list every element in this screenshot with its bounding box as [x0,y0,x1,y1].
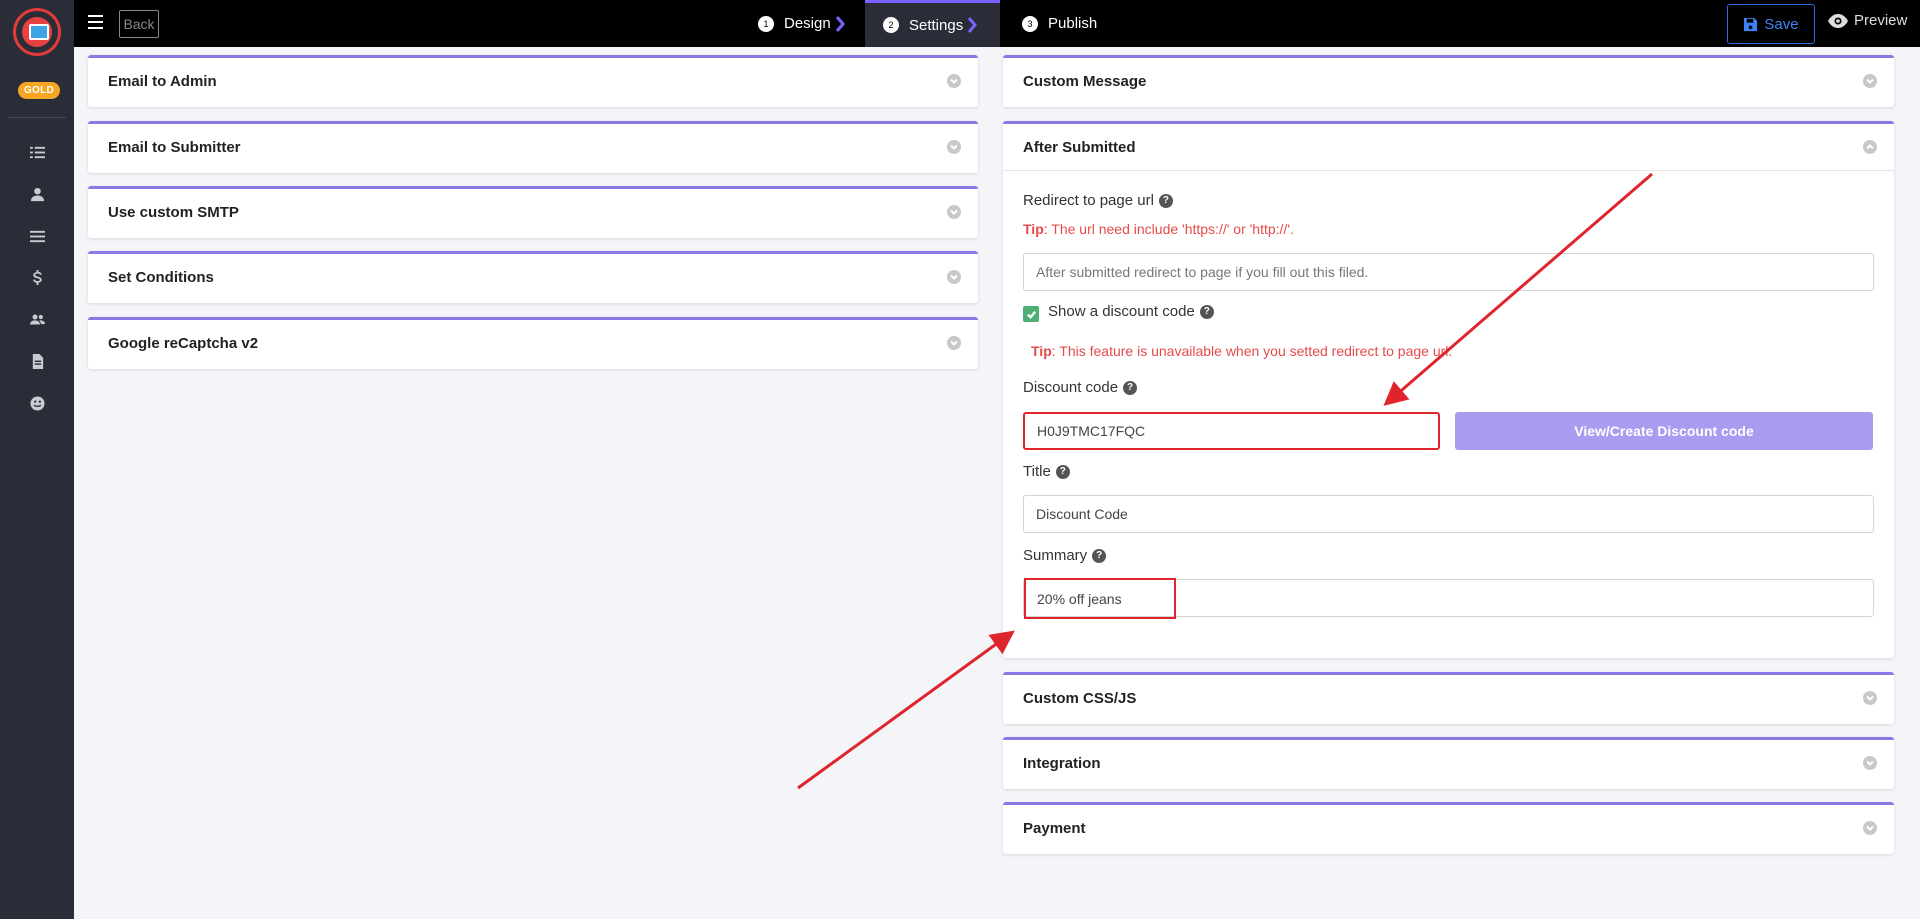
redirect-tip: Tip: The url need include 'https://' or … [1023,221,1294,237]
discount-tip: Tip: This feature is unavailable when yo… [1031,343,1453,359]
back-button[interactable]: Back [119,10,159,38]
preview-button[interactable]: Preview [1828,12,1907,29]
preview-label: Preview [1854,12,1908,29]
chevron-down-icon[interactable] [1863,74,1877,88]
save-button[interactable]: Save [1727,4,1815,44]
question-icon[interactable]: ? [1158,193,1173,208]
save-icon [1744,17,1758,31]
right-scrollbar[interactable] [1902,47,1908,883]
panel-title: Use custom SMTP [108,203,239,221]
chevron-down-icon[interactable] [1863,691,1877,705]
question-icon[interactable]: ? [1199,304,1214,319]
app-logo[interactable] [13,8,61,56]
arrow-to-summary [797,630,1015,790]
panel-set-conditions[interactable]: Set Conditions [88,251,978,303]
discount-code-label: Discount code? [1023,379,1138,396]
question-icon[interactable]: ? [1055,464,1070,479]
chevron-up-icon[interactable] [1863,140,1877,154]
eye-icon [1828,13,1848,28]
panel-custom-message[interactable]: Custom Message [1003,55,1894,107]
step-label: Settings [909,16,964,34]
chevron-down-icon[interactable] [947,336,961,350]
panel-custom-css-js[interactable]: Custom CSS/JS [1003,672,1894,724]
chevron-down-icon[interactable] [947,205,961,219]
panel-google-recaptcha[interactable]: Google reCaptcha v2 [88,317,978,369]
user-icon[interactable] [26,183,48,205]
panel-title: Google reCaptcha v2 [108,334,259,352]
list-icon[interactable] [26,141,48,163]
discount-code-input[interactable]: H0J9TMC17FQC [1023,412,1440,450]
step-label: Design [784,15,831,32]
question-icon[interactable]: ? [1123,380,1138,395]
panel-payment[interactable]: Payment [1003,802,1894,854]
plan-badge: GOLD [18,82,60,99]
panel-email-to-submitter[interactable]: Email to Submitter [88,121,978,173]
users-icon[interactable] [26,308,48,330]
panel-title: Email to Admin [108,72,217,90]
top-bar: Back 1 Design 2 Settings 3 Publish Save … [74,0,1920,47]
panel-title: After Submitted [1023,138,1136,156]
step-design[interactable]: 1 Design [758,0,845,47]
sidebar: GOLD [0,0,74,919]
panel-title: Email to Submitter [108,138,241,156]
panel-title: Custom CSS/JS [1023,689,1137,707]
chevron-down-icon[interactable] [947,270,961,284]
sidebar-divider [8,117,66,118]
redirect-label: Redirect to page url? [1023,192,1173,209]
panel-title: Integration [1023,754,1101,772]
summary-value-highlight: 20% off jeans [1024,578,1176,619]
panel-after-submitted: After Submitted Redirect to page url? Ti… [1003,121,1894,658]
smile-icon[interactable] [26,392,48,414]
logo-icon [22,17,52,47]
after-submitted-body: Redirect to page url? Tip: The url need … [1003,170,1894,656]
step-publish[interactable]: 3 Publish [1022,0,1097,47]
show-discount-label: Show a discount code? [1048,303,1214,320]
chevron-down-icon[interactable] [947,74,961,88]
title-input[interactable]: Discount Code [1023,495,1874,533]
panel-title: Custom Message [1023,72,1147,90]
title-label: Title? [1023,463,1070,480]
panel-use-custom-smtp[interactable]: Use custom SMTP [88,186,978,238]
chevron-down-icon[interactable] [1863,756,1877,770]
step-number: 2 [883,17,899,33]
redirect-url-input[interactable]: After submitted redirect to page if you … [1023,253,1874,291]
summary-label: Summary? [1023,547,1107,564]
step-label: Publish [1048,15,1098,32]
panel-integration[interactable]: Integration [1003,737,1894,789]
save-label: Save [1764,15,1799,33]
question-icon[interactable]: ? [1092,548,1107,563]
step-number: 1 [758,15,774,32]
dollar-icon[interactable] [26,266,48,288]
chevron-right-icon [835,15,845,32]
left-scrollbar[interactable] [988,47,994,883]
show-discount-checkbox[interactable] [1023,306,1039,322]
view-create-discount-button[interactable]: View/Create Discount code [1455,412,1873,450]
chevron-down-icon[interactable] [947,140,961,154]
menu-lines-icon[interactable] [26,225,48,247]
panel-email-to-admin[interactable]: Email to Admin [88,55,978,107]
panel-title: Payment [1023,819,1086,837]
chevron-right-icon [968,17,978,33]
document-icon[interactable] [26,350,48,372]
hamburger-icon[interactable] [88,15,103,29]
step-number: 3 [1022,15,1038,32]
step-settings[interactable]: 2 Settings [865,0,1000,47]
chevron-down-icon[interactable] [1863,821,1877,835]
panel-title: Set Conditions [108,268,214,286]
